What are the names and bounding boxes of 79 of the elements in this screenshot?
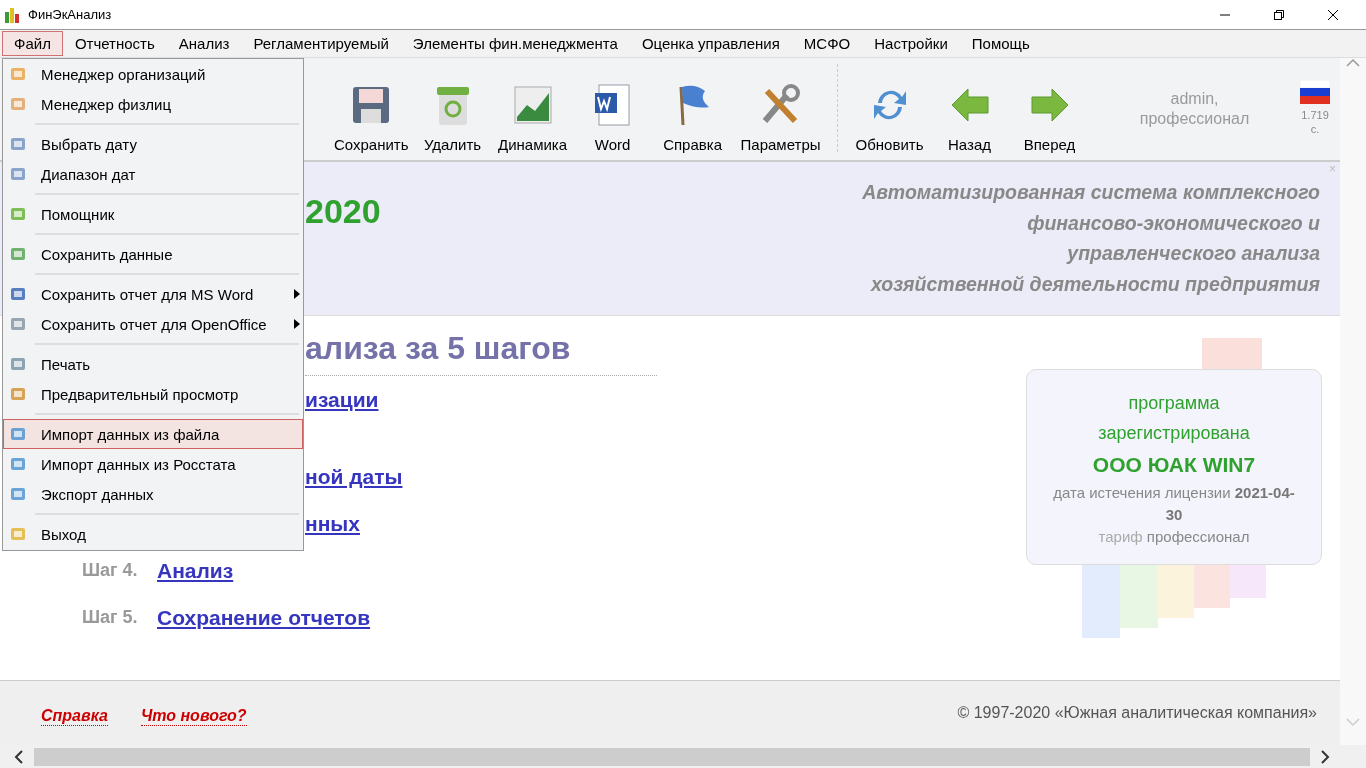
menu-item-icon	[9, 385, 27, 403]
menu-item[interactable]: Сохранить отчет для OpenOffice	[3, 309, 303, 339]
step-link[interactable]: ной даты	[305, 464, 403, 489]
scrollbar-thumb[interactable]	[34, 747, 1310, 766]
menu-item-icon	[9, 485, 27, 503]
company-name: ООО ЮАК WIN7	[1091, 452, 1257, 478]
vertical-scrollbar[interactable]	[1340, 58, 1366, 745]
license-expiry: дата истечения лицензии 2021-04-30	[1052, 483, 1296, 525]
maximize-icon[interactable]	[1273, 8, 1285, 21]
menu-item-icon	[9, 315, 27, 333]
page-heading: ализа за 5 шагов	[305, 330, 657, 376]
menu-item-icon	[9, 205, 27, 223]
menu-item[interactable]: Сохранить данные	[3, 239, 303, 269]
tariff-value: профессионал	[1146, 528, 1250, 545]
menu-item-icon	[9, 165, 27, 183]
toolbar-button[interactable]: Word	[572, 81, 653, 160]
close-icon[interactable]	[1327, 8, 1339, 21]
menu-item-icon	[9, 525, 27, 543]
toolbar-button[interactable]: Справка	[652, 81, 733, 160]
menu-bar-item[interactable]: Отчетность	[62, 31, 167, 56]
menu-bar-item[interactable]: Оценка управления	[629, 31, 792, 56]
menu-item-icon	[9, 425, 27, 443]
toolbar-button[interactable]: Динамика	[492, 81, 573, 160]
menu-item[interactable]: Сохранить отчет для MS Word	[3, 279, 303, 309]
menu-bar-item[interactable]: Элементы фин.менеджмента	[400, 31, 630, 56]
flag-icon[interactable]	[1300, 80, 1330, 104]
menu-item[interactable]: Менеджер организаций	[3, 59, 303, 89]
menu-item[interactable]: Диапазон дат	[3, 159, 303, 189]
registration-text: зарегистрирована	[1097, 422, 1251, 445]
menu-bar-item[interactable]: Регламентируемый	[241, 31, 401, 56]
menu-bar-item[interactable]: Настройки	[862, 31, 960, 56]
chevron-right-icon[interactable]	[1320, 749, 1330, 764]
step-link[interactable]: нных	[305, 511, 360, 536]
menu-item[interactable]: Выход	[3, 519, 303, 549]
menu-bar-item[interactable]: Файл	[2, 31, 63, 56]
toolbar-button[interactable]: Вперед	[1009, 81, 1090, 160]
menu-bar-item[interactable]: МСФО	[791, 31, 863, 56]
step-link[interactable]: Сохранение отчетов	[157, 605, 371, 630]
load-time: 1.719 с.	[1301, 108, 1329, 136]
menu-item[interactable]: Экспорт данных	[3, 479, 303, 509]
menu-item[interactable]: Печать	[3, 349, 303, 379]
menu-bar-item[interactable]: Помощь	[959, 31, 1042, 56]
menu-item-icon	[9, 285, 27, 303]
toolbar-button[interactable]: Удалить	[412, 81, 493, 160]
toolbar-button[interactable]: Назад	[929, 81, 1010, 160]
toolbar-button[interactable]: Сохранить	[330, 81, 413, 160]
footer-link[interactable]: Что нового?	[140, 706, 247, 726]
bar-chart-icon	[4, 5, 22, 24]
menu-item-icon	[9, 245, 27, 263]
tagline: Автоматизированная система комплексного финансово-экономического и управленческого анализа хозяйственной деятельности предприятия	[862, 180, 1320, 297]
menu-item-icon	[9, 355, 27, 373]
menu-item[interactable]: Импорт данных из Росстата	[3, 449, 303, 479]
menu-item[interactable]: Менеджер физлиц	[3, 89, 303, 119]
toolbar-button[interactable]: Обновить	[849, 81, 930, 160]
window-title: ФинЭкАнализ	[28, 7, 112, 22]
footer-link[interactable]: Справка	[41, 706, 108, 726]
step-label: Шаг 4.	[82, 560, 139, 581]
menu-item-icon	[9, 65, 27, 83]
menu-item[interactable]: Импорт данных из файла	[3, 419, 303, 449]
menu-item[interactable]: Помощник	[3, 199, 303, 229]
tariff-label: тариф	[1098, 528, 1143, 545]
step-link[interactable]: Анализ	[157, 558, 234, 583]
chevron-up-icon[interactable]	[1346, 58, 1360, 68]
menu-item[interactable]: Выбрать дату	[3, 129, 303, 159]
step-label: Шаг 5.	[82, 607, 139, 628]
menu-item[interactable]: Предварительный просмотр	[3, 379, 303, 409]
registration-text: программа	[1127, 392, 1221, 415]
menu-item-icon	[9, 135, 27, 153]
copyright-text: © 1997-2020 «Южная аналитическая компания»	[957, 704, 1317, 722]
submenu-arrow-icon	[294, 289, 300, 299]
chevron-left-icon[interactable]	[14, 749, 24, 764]
product-year: 2020	[305, 192, 381, 232]
step-link[interactable]: изации	[305, 387, 379, 412]
menu-item-icon	[9, 95, 27, 113]
user-info: admin, профессионал	[1138, 89, 1251, 129]
submenu-arrow-icon	[294, 319, 300, 329]
menu-bar-item[interactable]: Анализ	[166, 31, 242, 56]
menu-item-icon	[9, 455, 27, 473]
toolbar-button[interactable]: Параметры	[736, 81, 825, 160]
